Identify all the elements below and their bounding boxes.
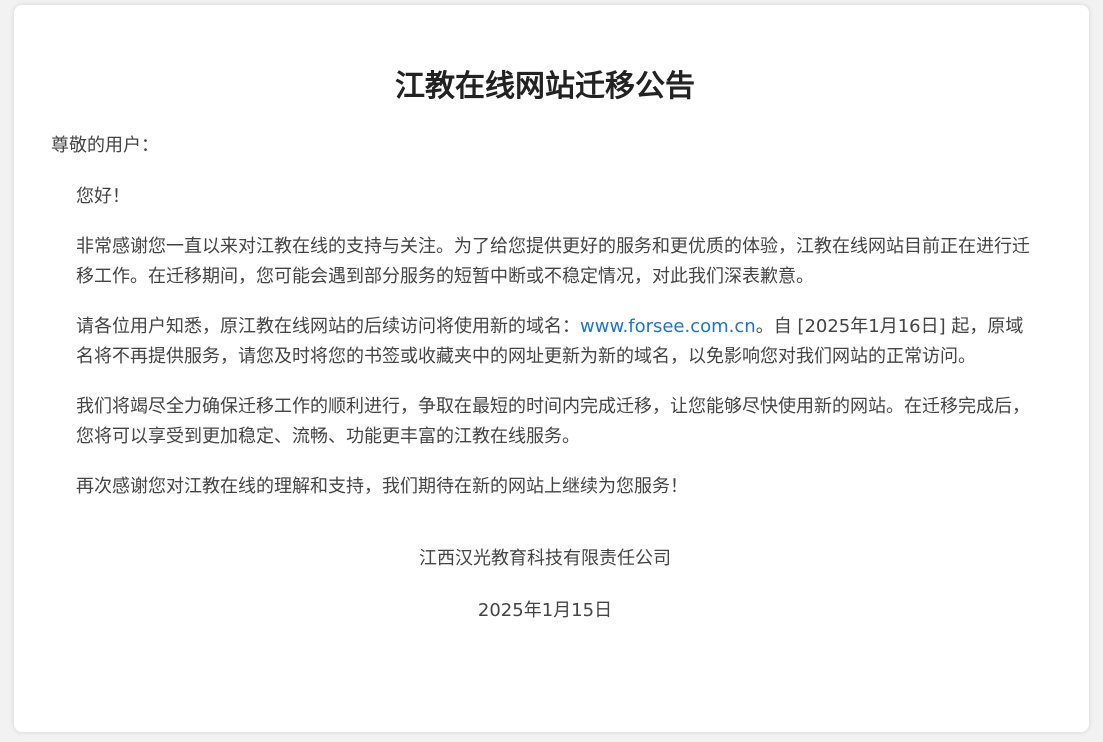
signature-company: 江西汉光教育科技有限责任公司 [419,548,671,569]
signature-date: 2025年1月15日 [477,600,613,621]
paragraph-thanks: 再次感谢您对江教在线的理解和支持，我们期待在新的网站上继续为您服务！ [76,476,688,497]
greeting-text: 尊敬的用户： [51,135,159,156]
paragraph-commitment: 我们将竭尽全力确保迁移工作的顺利进行，争取在最短的时间内完成迁移，让您能够尽快使… [76,396,1030,447]
paragraph-migration-info: 非常感谢您一直以来对江教在线的支持与关注。为了给您提供更好的服务和更优质的体验，… [76,236,1030,287]
new-domain-link[interactable]: www.forsee.com.cn [580,316,756,337]
hello-text: 您好！ [76,186,130,207]
notice-card: 江教在线网站迁移公告 尊敬的用户： 您好！ 非常感谢您一直以来对江教在线的支持与… [14,5,1089,732]
new-domain-intro: 请各位用户知悉，原江教在线网站的后续访问将使用新的域名： [76,316,580,337]
paragraph-new-domain: 请各位用户知悉，原江教在线网站的后续访问将使用新的域名：www.forsee.c… [51,312,1039,372]
page-title: 江教在线网站迁移公告 [395,69,695,104]
